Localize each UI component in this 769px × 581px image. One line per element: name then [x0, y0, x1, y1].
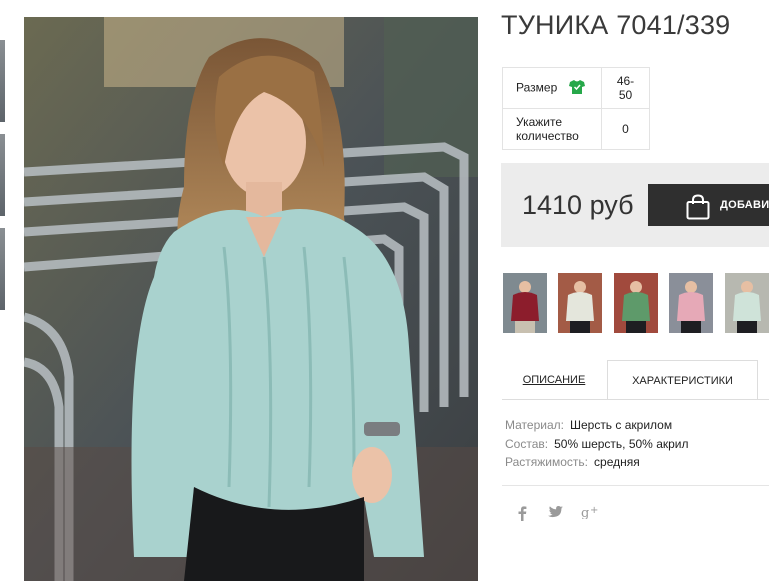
variant-thumbnail[interactable]	[503, 273, 547, 333]
spec-key: Состав:	[505, 436, 549, 451]
price-panel: 1410 руб ДОБАВИТЬ	[501, 163, 769, 247]
spec-value: Шерсть с акрилом	[569, 418, 673, 432]
section-divider	[502, 485, 769, 486]
quantity-input[interactable]: 0	[601, 108, 650, 150]
gallery-thumbnail[interactable]	[0, 40, 5, 122]
product-params-table: Размер 46-50 Укажите количество 0	[502, 67, 650, 150]
spec-value: 50% шерсть, 50% акрил	[554, 436, 689, 451]
add-to-cart-label: ДОБАВИТЬ	[720, 199, 769, 211]
shopping-bag-icon	[686, 194, 710, 223]
svg-text:+: +	[590, 505, 598, 516]
main-product-photo[interactable]	[24, 17, 478, 581]
size-label: Размер	[516, 80, 558, 95]
variant-thumbnail[interactable]	[614, 273, 658, 333]
google-plus-icon[interactable]: g +	[581, 505, 599, 522]
size-label-cell: Размер	[502, 67, 602, 109]
variant-thumbnail[interactable]	[558, 273, 602, 333]
quantity-label: Укажите количество	[502, 108, 602, 150]
gallery-thumbnail[interactable]	[0, 228, 5, 310]
add-to-cart-button[interactable]: ДОБАВИТЬ	[648, 184, 769, 226]
svg-text:g: g	[581, 506, 589, 519]
size-value[interactable]: 46-50	[601, 67, 650, 109]
gallery-thumbnail[interactable]	[0, 134, 5, 216]
product-title: ТУНИКА 7041/339	[501, 10, 731, 40]
twitter-icon[interactable]	[548, 505, 563, 522]
tshirt-icon[interactable]	[568, 79, 585, 97]
thumbnail-strip	[0, 0, 8, 581]
tab-characteristics[interactable]: ХАРАКТЕРИСТИКИ	[607, 360, 758, 400]
characteristics-list: Материал: Шерсть с акрилом Состав: 50% шер…	[505, 416, 689, 472]
variant-thumbnail[interactable]	[669, 273, 713, 333]
tabs-divider	[502, 399, 769, 400]
variant-thumbnail[interactable]	[725, 273, 769, 333]
spec-row: Материал: Шерсть с акрилом	[505, 416, 689, 435]
spec-key: Растяжимость:	[505, 455, 589, 469]
product-price: 1410 руб	[522, 190, 634, 220]
tab-description[interactable]: ОПИСАНИЕ	[502, 360, 606, 400]
spec-row: Состав: 50% шерсть, 50% акрил	[505, 435, 689, 454]
spec-key: Материал:	[505, 418, 564, 432]
facebook-icon[interactable]	[517, 505, 527, 524]
spec-value: средняя	[594, 455, 640, 469]
spec-row: Растяжимость: средняя	[505, 453, 689, 472]
product-tabs: ОПИСАНИЕ ХАРАКТЕРИСТИКИ	[502, 360, 769, 400]
